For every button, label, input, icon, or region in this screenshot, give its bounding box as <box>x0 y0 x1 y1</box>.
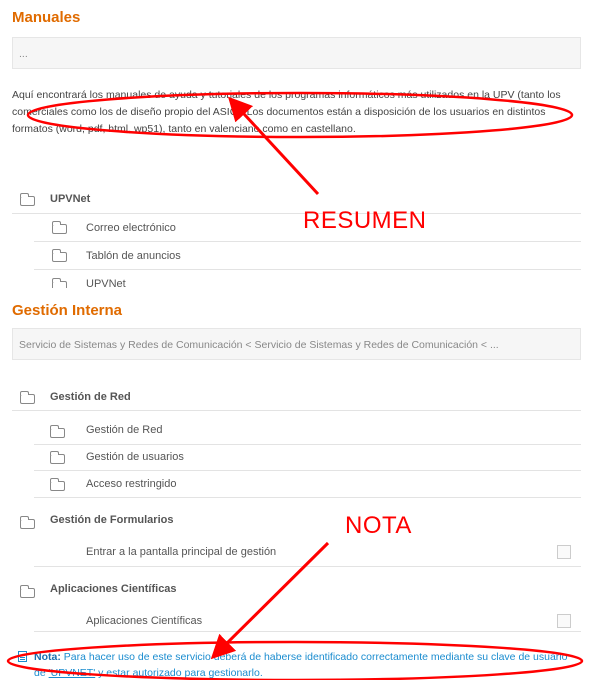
resumen-arrow <box>227 96 320 196</box>
resumen-highlight-ellipse <box>26 91 574 139</box>
annotation-nota: NOTA <box>345 512 412 539</box>
annotation-overlay <box>6 91 584 680</box>
nota-arrow <box>210 541 330 660</box>
nota-highlight-ellipse <box>6 640 584 680</box>
annotation-resumen: RESUMEN <box>303 207 427 234</box>
